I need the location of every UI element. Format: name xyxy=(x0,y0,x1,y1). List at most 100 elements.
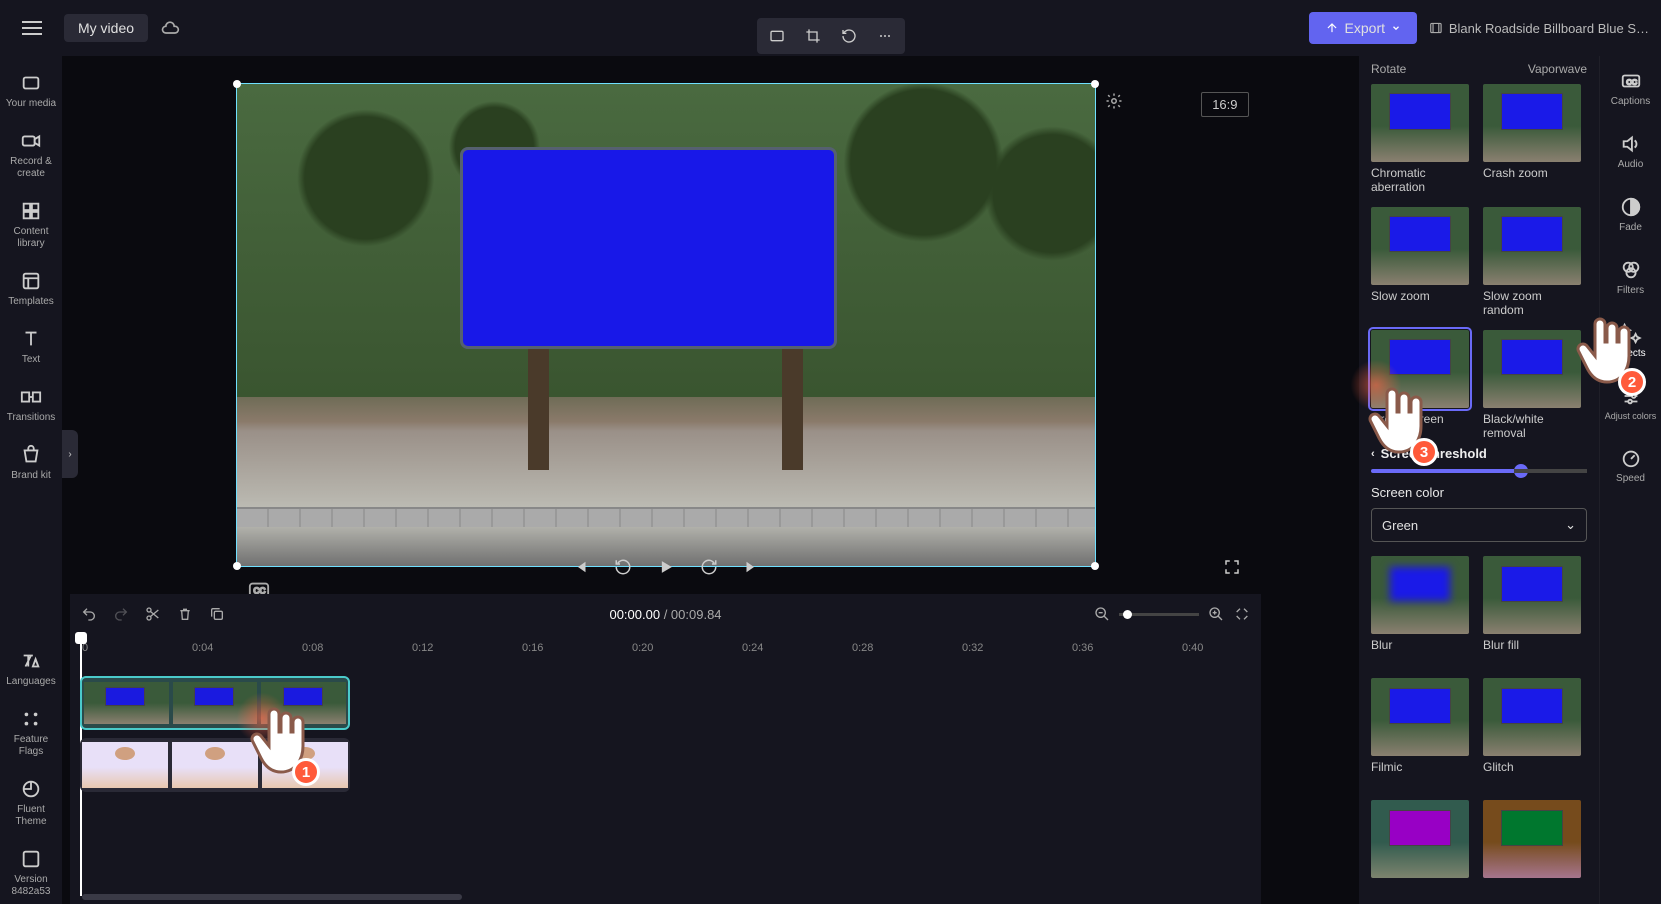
fx-label: Blur fill xyxy=(1483,638,1583,666)
sidebar-item-version[interactable]: Version 8482a53 xyxy=(3,842,59,904)
project-title[interactable]: My video xyxy=(64,14,148,42)
ruler-tick: 0:16 xyxy=(522,642,543,654)
sidebar-label: Transitions xyxy=(7,412,56,424)
canvas-settings-icon[interactable] xyxy=(1105,92,1123,115)
fx-label: Slow zoom random xyxy=(1483,289,1583,318)
threshold-slider[interactable] xyxy=(1371,469,1587,473)
canvas-selection[interactable]: 16:9 CC xyxy=(236,83,1096,567)
tab-label: Audio xyxy=(1618,159,1644,170)
sidebar-item-text[interactable]: Text xyxy=(3,322,59,372)
tab-fade[interactable]: Fade xyxy=(1603,192,1659,237)
tab-audio[interactable]: Audio xyxy=(1603,129,1659,174)
fx-label: Crash zoom xyxy=(1483,166,1583,194)
sidebar-item-media[interactable]: Your media xyxy=(3,66,59,116)
zoom-slider[interactable] xyxy=(1119,613,1199,616)
billboard-bluescreen xyxy=(460,147,838,349)
forward-icon[interactable] xyxy=(700,558,718,581)
selected-clip-title: Blank Roadside Billboard Blue S… xyxy=(1429,21,1649,36)
effect-filmic[interactable]: Filmic xyxy=(1371,678,1471,788)
export-button[interactable]: Export xyxy=(1309,12,1417,44)
rotate-icon[interactable] xyxy=(833,22,865,50)
canvas-area: 16:9 CC xyxy=(70,56,1261,594)
redo-icon[interactable] xyxy=(112,605,130,623)
sidebar-item-record[interactable]: Record & create xyxy=(3,124,59,186)
zoom-out-icon[interactable] xyxy=(1093,605,1111,623)
sidebar-item-languages[interactable]: Languages xyxy=(3,644,59,694)
screen-color-select[interactable]: Green ⌄ xyxy=(1371,508,1587,542)
select-value: Green xyxy=(1382,518,1418,533)
ruler-tick: 0:20 xyxy=(632,642,653,654)
play-button[interactable] xyxy=(656,557,676,582)
effect-slow-zoom-random[interactable]: Slow zoom random xyxy=(1483,207,1583,318)
effect-extra1[interactable] xyxy=(1371,800,1471,882)
tab-adjust[interactable]: Adjust colors xyxy=(1603,381,1659,425)
effect-slow-zoom[interactable]: Slow zoom xyxy=(1371,207,1471,318)
effect-chromatic-aberration[interactable]: Chromatic aberration xyxy=(1371,84,1471,195)
svg-text:CC: CC xyxy=(1626,78,1637,87)
more-icon[interactable] xyxy=(869,22,901,50)
effect-blur[interactable]: Blur xyxy=(1371,556,1471,666)
sidebar-label: Text xyxy=(22,354,40,366)
tab-label: Adjust colors xyxy=(1605,411,1657,421)
delete-icon[interactable] xyxy=(176,605,194,623)
fx-label: Black/white removal xyxy=(1483,412,1583,441)
effect-blur-fill[interactable]: Blur fill xyxy=(1483,556,1583,666)
timeline-clip-billboard[interactable] xyxy=(80,676,350,730)
effect-green-screen[interactable]: Green screen xyxy=(1371,330,1471,441)
rewind-icon[interactable] xyxy=(614,558,632,581)
timeline-toolbar: 00:00.00 / 00:09.84 xyxy=(70,594,1261,634)
undo-icon[interactable] xyxy=(80,605,98,623)
sidebar-label: Fluent Theme xyxy=(5,804,57,828)
effect-extra2[interactable] xyxy=(1483,800,1583,882)
timeline-ruler[interactable]: 0 0:04 0:08 0:12 0:16 0:20 0:24 0:28 0:3… xyxy=(70,634,1261,664)
sidebar-label: Feature Flags xyxy=(5,734,57,758)
aspect-ratio-chip[interactable]: 16:9 xyxy=(1201,92,1248,117)
fx-label: Blur xyxy=(1371,638,1471,666)
effect-bw-removal[interactable]: Black/white removal xyxy=(1483,330,1583,441)
sidebar-item-brandkit[interactable]: Brand kit xyxy=(3,438,59,488)
zoom-in-icon[interactable] xyxy=(1207,605,1225,623)
clip-title-text: Blank Roadside Billboard Blue S… xyxy=(1449,21,1649,36)
tab-filters[interactable]: Filters xyxy=(1603,255,1659,300)
fullscreen-icon[interactable] xyxy=(1223,558,1241,581)
fit-zoom-icon[interactable] xyxy=(1233,605,1251,623)
skip-forward-icon[interactable] xyxy=(742,558,760,581)
video-preview xyxy=(237,84,1095,566)
ruler-tick: 0:24 xyxy=(742,642,763,654)
sidebar-item-templates[interactable]: Templates xyxy=(3,264,59,314)
tab-speed[interactable]: Speed xyxy=(1603,443,1659,488)
fx-label: Rotate xyxy=(1371,62,1406,76)
tab-captions[interactable]: CCCaptions xyxy=(1603,66,1659,111)
fit-icon[interactable] xyxy=(761,22,793,50)
upload-icon xyxy=(1325,21,1339,35)
subsection-label: Screen threshold xyxy=(1381,446,1487,461)
timeline-scrollbar[interactable] xyxy=(82,894,462,900)
slider-thumb[interactable] xyxy=(1514,464,1528,478)
sidebar-item-library[interactable]: Content library xyxy=(3,194,59,256)
split-icon[interactable] xyxy=(144,605,162,623)
film-icon xyxy=(1429,21,1443,35)
duplicate-icon[interactable] xyxy=(208,605,226,623)
resize-handle[interactable] xyxy=(233,80,241,88)
skip-back-icon[interactable] xyxy=(572,558,590,581)
screen-color-label: Screen color xyxy=(1371,485,1587,500)
ruler-tick: 0:08 xyxy=(302,642,323,654)
effects-row-hidden: Rotate Vaporwave xyxy=(1371,56,1587,84)
tab-label: Filters xyxy=(1617,285,1644,296)
timeline-tracks xyxy=(70,668,1261,808)
sidebar-item-theme[interactable]: Fluent Theme xyxy=(3,772,59,834)
effect-crash-zoom[interactable]: Crash zoom xyxy=(1483,84,1583,195)
sidebar-label: Languages xyxy=(6,676,56,688)
sidebar-label: Version 8482a53 xyxy=(5,874,57,898)
effect-glitch[interactable]: Glitch xyxy=(1483,678,1583,788)
tab-effects[interactable]: Effects xyxy=(1603,318,1659,363)
resize-handle[interactable] xyxy=(1091,80,1099,88)
sidebar-item-transitions[interactable]: Transitions xyxy=(3,380,59,430)
timeline-time-display: 00:00.00 / 00:09.84 xyxy=(609,607,721,622)
effect-subsection-toggle[interactable]: ‹ Screen threshold xyxy=(1371,446,1587,461)
fx-label: Filmic xyxy=(1371,760,1471,788)
crop-icon[interactable] xyxy=(797,22,829,50)
sidebar-item-flags[interactable]: Feature Flags xyxy=(3,702,59,764)
hamburger-menu[interactable] xyxy=(12,8,52,48)
timeline-clip-person[interactable] xyxy=(80,738,350,792)
